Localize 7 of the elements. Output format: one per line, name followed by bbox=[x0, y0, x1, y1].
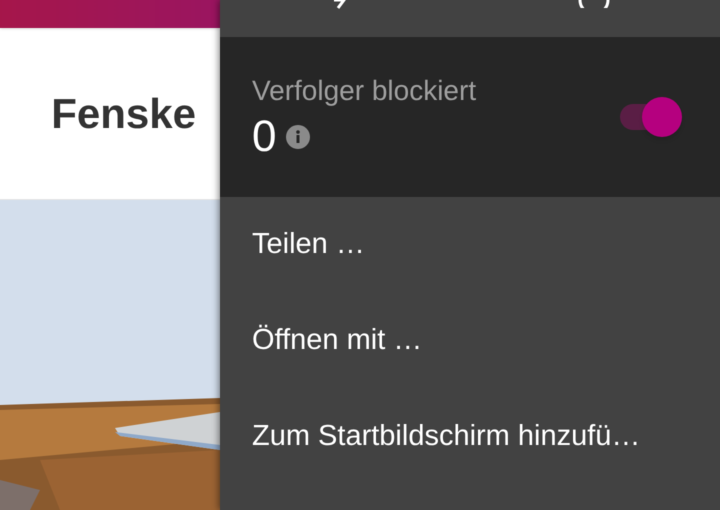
tracker-label: Verfolger blockiert bbox=[252, 74, 478, 108]
article-heading: Fenske bbox=[51, 89, 196, 139]
menu-item[interactable]: Zum Startbildschirm hinzufü… bbox=[220, 389, 720, 485]
tracker-count: 0 bbox=[252, 113, 276, 161]
info-icon[interactable] bbox=[286, 125, 310, 149]
menu-item[interactable]: Teilen … bbox=[220, 197, 720, 293]
menu-item[interactable]: Öffnen mit … bbox=[220, 293, 720, 389]
